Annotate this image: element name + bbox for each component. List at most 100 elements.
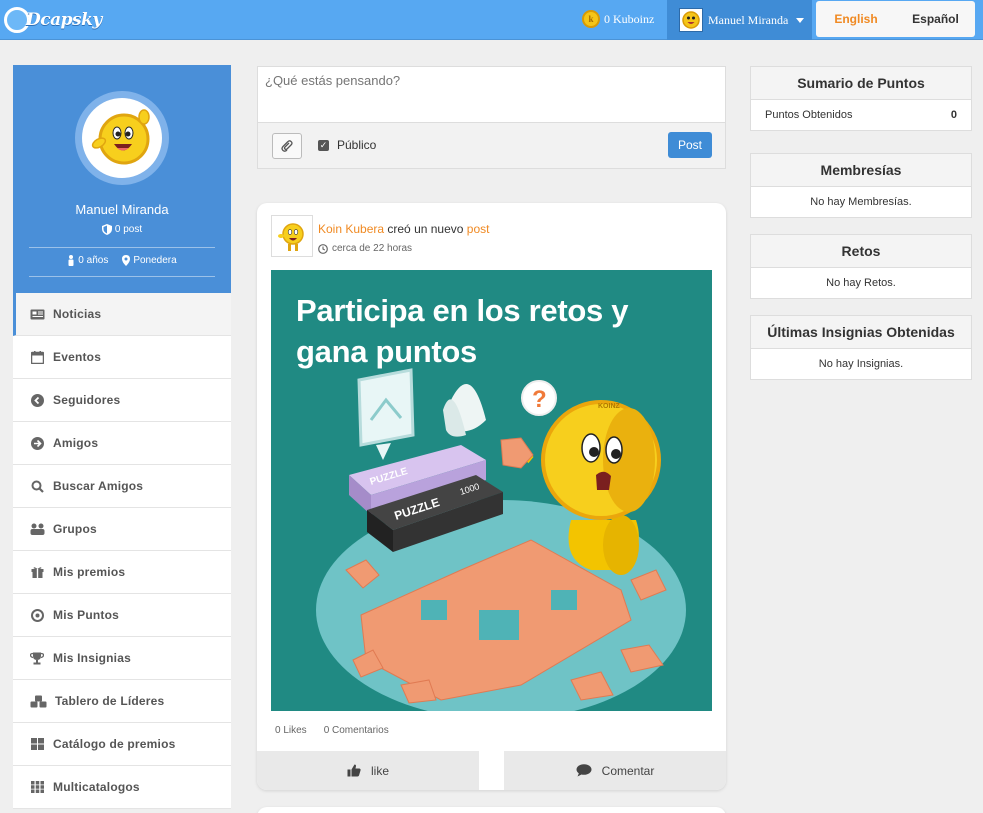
brand-logo[interactable]: Dcapsky — [4, 5, 102, 35]
kuboinz-balance[interactable]: k 0 Kuboinz — [582, 10, 654, 28]
author-link[interactable]: Koin Kubera — [318, 222, 384, 236]
grid-icon — [29, 737, 45, 751]
chevron-down-icon — [796, 17, 805, 23]
age-label: 0 años — [78, 255, 109, 266]
sidebar-item-label: Noticias — [53, 307, 102, 321]
clock-icon — [318, 243, 328, 254]
sidebar-item-label: Catálogo de premios — [53, 737, 176, 751]
sidebar-item-grupos[interactable]: Grupos — [13, 508, 231, 551]
post-timestamp: cerca de 22 horas — [318, 243, 412, 254]
sidebar-item-mis-puntos[interactable]: Mis Puntos — [13, 594, 231, 637]
public-label: Público — [337, 138, 377, 152]
arrow-circle-left-icon — [29, 393, 45, 407]
trophy-icon — [29, 651, 45, 665]
divider — [29, 247, 215, 248]
status-input[interactable] — [258, 67, 725, 123]
sidebar-item-seguidores[interactable]: Seguidores — [13, 379, 231, 422]
comment-label: Comentar — [601, 763, 655, 778]
composer-toolbar: ✓ Público Post — [258, 123, 725, 168]
sidebar-item-label: Multicatalogos — [53, 780, 140, 794]
profile-avatar[interactable] — [75, 91, 169, 185]
checkbox-checked-icon: ✓ — [318, 139, 329, 151]
post-actions: like Comentar — [257, 751, 726, 790]
widget-title: Sumario de Puntos — [751, 67, 971, 100]
author-avatar[interactable] — [271, 215, 313, 257]
gift-icon — [29, 565, 45, 579]
post-button[interactable]: Post — [668, 132, 712, 158]
points-row: Puntos Obtenidos 0 — [751, 100, 971, 130]
feed-post-card: Koin Kubera creó un nuevo post cerca de … — [257, 203, 726, 790]
users-icon — [29, 522, 45, 536]
location-label: Ponedera — [133, 255, 177, 266]
sidebar-item-label: Mis Insignias — [53, 651, 131, 665]
sidebar-item-multicatalogos[interactable]: Multicatalogos — [13, 766, 231, 809]
comment-button[interactable]: Comentar — [504, 751, 726, 790]
attach-button[interactable] — [272, 133, 302, 159]
thumbs-up-icon — [347, 764, 361, 777]
sidebar-item-eventos[interactable]: Eventos — [13, 336, 231, 379]
post-image-heading: Participa en los retos y gana puntos — [296, 293, 629, 369]
post-header-text: Koin Kubera creó un nuevo post — [318, 222, 489, 236]
likes-count[interactable]: 0 Likes — [275, 725, 307, 736]
badges-widget: Últimas Insignias Obtenidas No hay Insig… — [750, 315, 972, 380]
lang-english-link[interactable]: English — [816, 12, 896, 26]
sidebar-item-buscar-amigos[interactable]: Buscar Amigos — [13, 465, 231, 508]
post-link[interactable]: post — [467, 222, 490, 236]
post-stats: 0 Likes 0 Comentarios — [275, 725, 389, 736]
search-icon — [29, 479, 45, 493]
user-menu-dropdown[interactable]: Manuel Miranda — [667, 0, 812, 40]
top-navbar: Dcapsky k 0 Kuboinz Manuel Miranda Engli… — [0, 0, 983, 40]
coin-mascot-icon — [91, 109, 150, 165]
brand-name: Dcapsky — [26, 10, 102, 30]
arrow-circle-right-icon — [29, 436, 45, 450]
widget-title: Últimas Insignias Obtenidas — [751, 316, 971, 349]
profile-card: Manuel Miranda 0 post 0 años Ponedera — [13, 65, 231, 293]
user-avatar-icon — [679, 8, 703, 32]
svg-text:?: ? — [532, 386, 547, 413]
lang-spanish-link[interactable]: Español — [896, 12, 975, 26]
memberships-widget: Membresías No hay Membresías. — [750, 153, 972, 218]
profile-meta: 0 años Ponedera — [13, 255, 231, 266]
profile-post-count[interactable]: 0 post — [13, 224, 231, 235]
sidebar-item-label: Mis Puntos — [53, 608, 120, 622]
sidebar-item-mis-premios[interactable]: Mis premios — [13, 551, 231, 594]
sidebar-item-amigos[interactable]: Amigos — [13, 422, 231, 465]
sidebar-item-mis-insignias[interactable]: Mis Insignias — [13, 637, 231, 680]
sidebar-item-label: Mis premios — [53, 565, 126, 579]
cubes-icon — [29, 694, 47, 708]
like-button[interactable]: like — [257, 751, 479, 790]
widget-title: Retos — [751, 235, 971, 268]
comments-count[interactable]: 0 Comentarios — [324, 725, 389, 736]
sidebar-item-label: Buscar Amigos — [53, 479, 144, 493]
sidebar-item-noticias[interactable]: Noticias — [13, 293, 231, 336]
sidebar-item-label: Grupos — [53, 522, 97, 536]
sidebar-item-catalogo-premios[interactable]: Catálogo de premios — [13, 723, 231, 766]
post-count-label: 0 post — [114, 224, 143, 235]
post-action-text: creó un nuevo — [387, 222, 464, 236]
divider — [29, 276, 215, 277]
sidebar-item-label: Amigos — [53, 436, 99, 450]
comment-icon — [576, 764, 592, 777]
profile-location: Ponedera — [122, 255, 177, 266]
post-composer: ✓ Público Post — [257, 66, 726, 169]
sidebar-item-tablero-lideres[interactable]: Tablero de Líderes — [13, 680, 231, 723]
person-icon — [68, 255, 74, 266]
public-checkbox[interactable]: ✓ Público — [318, 138, 376, 152]
coin-mascot-icon — [278, 223, 304, 251]
profile-age: 0 años — [67, 255, 108, 266]
widget-empty-text: No hay Insignias. — [818, 358, 904, 370]
shield-icon — [101, 224, 112, 235]
sidebar-nav: Noticias Eventos Seguidores Amigos Busca… — [13, 293, 231, 809]
grid-dense-icon — [29, 780, 45, 794]
widget-empty-text: No hay Retos. — [826, 277, 896, 289]
post-image[interactable]: PUZZLE PUZZLE 1000 ? KOINZ Participa en … — [271, 270, 712, 711]
sidebar-item-label: Eventos — [53, 350, 102, 364]
like-label: like — [370, 763, 389, 778]
sidebar-item-label: Seguidores — [53, 393, 121, 407]
challenges-widget: Retos No hay Retos. — [750, 234, 972, 299]
user-menu-name: Manuel Miranda — [708, 12, 789, 27]
profile-name: Manuel Miranda — [75, 202, 169, 217]
coin-label: KOINZ — [598, 403, 621, 410]
calendar-icon — [29, 350, 45, 364]
sidebar-item-label: Tablero de Líderes — [55, 694, 165, 708]
